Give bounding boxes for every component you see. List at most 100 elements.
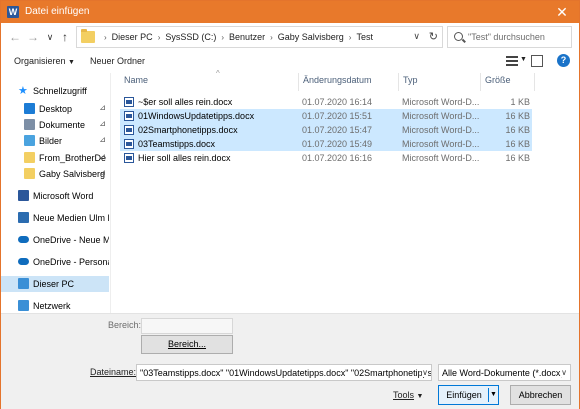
chevron-down-icon: ▼ [416, 393, 424, 400]
chevron-down-icon[interactable]: ▼ [490, 386, 497, 404]
chevron-down-icon[interactable]: ∨ [561, 368, 567, 377]
sidebar-item[interactable]: From_BrotherDe ⊿ [1, 150, 109, 166]
sidebar-item[interactable]: Microsoft Word [1, 188, 109, 204]
filename-value: "03Teamstipps.docx" "01WindowsUpdatetipp… [140, 368, 432, 378]
column-divider[interactable] [398, 73, 399, 91]
breadcrumb: › Dieser PC › SysSSD (C:) › Benutzer › Gaby Sal… [99, 32, 373, 42]
breadcrumb-item[interactable]: SysSSD (C:) [165, 32, 216, 42]
sidebar-item-label: Bilder [39, 136, 63, 146]
preview-pane-icon[interactable] [531, 55, 543, 67]
range-label: Bereich: [108, 320, 142, 330]
file-name: 03Teamstipps.docx [138, 139, 216, 149]
chevron-down-icon[interactable]: ∨ [413, 31, 420, 42]
column-header-type[interactable]: Typ [403, 75, 418, 91]
sidebar-item[interactable]: Gaby Salvisberg ⊿ [1, 166, 109, 182]
pin-icon: ⊿ [99, 168, 106, 177]
file-row[interactable]: 02Smartphonetipps.docx 01.07.2020 15:47 Mi… [120, 123, 532, 137]
pin-icon: ⊿ [99, 103, 106, 112]
word-document-icon [124, 139, 134, 149]
word-document-icon [124, 111, 134, 121]
chevron-down-icon[interactable]: ▼ [520, 56, 527, 63]
split-divider [488, 388, 489, 402]
file-size: 16 KB [505, 111, 530, 121]
pc-icon [18, 278, 29, 289]
file-row[interactable]: ~$er soll alles rein.docx 01.07.2020 16:1… [120, 95, 532, 109]
column-divider[interactable] [298, 73, 299, 91]
filetype-select[interactable]: Alle Word-Dokumente (*.docx; ∨ [438, 364, 571, 381]
pin-icon: ⊿ [99, 152, 106, 161]
sidebar-item-label: Netzwerk [33, 301, 71, 311]
tools-menu[interactable]: Tools ▼ [393, 390, 423, 400]
sidebar-item[interactable]: Neue Medien Ulm Ho [1, 210, 109, 226]
close-icon[interactable]: ✕ [545, 1, 579, 23]
insert-button[interactable]: Einfügen ▼ [438, 385, 499, 405]
sidebar-item[interactable]: Dokumente ⊿ [1, 117, 109, 133]
file-name: ~$er soll alles rein.docx [138, 97, 233, 107]
recent-locations-chevron-icon[interactable]: ∨ [42, 29, 58, 45]
sidebar-item[interactable]: Netzwerk [1, 298, 109, 313]
file-size: 16 KB [505, 153, 530, 163]
filename-input[interactable]: "03Teamstipps.docx" "01WindowsUpdatetipp… [136, 364, 432, 381]
folder-icon [24, 168, 35, 179]
file-type: Microsoft Word-D... [402, 97, 480, 107]
filename-label-text: Dateiname: [90, 367, 137, 377]
sidebar-item[interactable]: Desktop ⊿ [1, 101, 109, 117]
navigation-pane: ★ Schnellzugriff Desktop ⊿ Dokumente ⊿ Bilder ⊿… [1, 73, 111, 313]
onedrive-icon [18, 258, 29, 265]
forward-arrow-icon[interactable]: → [25, 29, 41, 45]
sidebar-item[interactable]: ★ Schnellzugriff [1, 83, 109, 99]
word-document-icon [124, 125, 134, 135]
file-date: 01.07.2020 15:47 [302, 125, 373, 135]
column-divider[interactable] [534, 73, 535, 91]
refresh-icon[interactable]: ↻ [429, 30, 438, 43]
back-arrow-icon[interactable]: ← [7, 29, 23, 45]
folder-icon [24, 152, 35, 163]
window-title: Datei einfügen [25, 6, 90, 17]
chevron-down-icon[interactable]: ∨ [422, 368, 428, 377]
breadcrumb-item[interactable]: Gaby Salvisberg [278, 32, 344, 42]
new-folder-button[interactable]: Neuer Ordner [90, 56, 145, 66]
column-header-name[interactable]: ^ Name [124, 69, 220, 91]
sidebar-item-label: Gaby Salvisberg [39, 169, 106, 179]
organize-menu[interactable]: Organisieren ▼ [14, 56, 75, 66]
column-divider[interactable] [480, 73, 481, 91]
file-type: Microsoft Word-D... [402, 139, 480, 149]
sidebar-item-label: Schnellzugriff [33, 86, 87, 96]
star-icon: ★ [18, 85, 28, 97]
word-document-icon [124, 153, 134, 163]
organize-label: Organisieren [14, 56, 66, 66]
file-name: 01WindowsUpdatetipps.docx [138, 111, 255, 121]
title-bar: W Datei einfügen ✕ [1, 1, 579, 23]
view-options-icon[interactable] [506, 55, 518, 67]
sidebar-item[interactable]: OneDrive - Neue Med [1, 232, 109, 248]
search-input[interactable]: "Test" durchsuchen [468, 32, 545, 42]
column-header-date[interactable]: Änderungsdatum [303, 75, 372, 91]
sidebar-item[interactable]: OneDrive - Personal [1, 254, 109, 270]
navigation-bar: ← → ∨ ↑ › Dieser PC › SysSSD (C:) › Benutzer ›… [1, 23, 579, 51]
search-box[interactable]: "Test" durchsuchen [447, 26, 572, 48]
sidebar-item[interactable]: Dieser PC [1, 276, 109, 292]
cancel-button[interactable]: Abbrechen [510, 385, 571, 405]
file-row[interactable]: 01WindowsUpdatetipps.docx 01.07.2020 15:5… [120, 109, 532, 123]
sidebar-item-label: Desktop [39, 104, 73, 114]
address-bar[interactable]: › Dieser PC › SysSSD (C:) › Benutzer › Gaby Sal… [76, 26, 443, 48]
documents-folder-icon [24, 119, 35, 130]
breadcrumb-item[interactable]: Dieser PC [112, 32, 153, 42]
breadcrumb-item[interactable]: Benutzer [229, 32, 265, 42]
breadcrumb-separator-icon: › [104, 33, 107, 42]
range-button[interactable]: Bereich... [141, 335, 233, 354]
column-header-size[interactable]: Größe [485, 75, 511, 91]
file-type: Microsoft Word-D... [402, 125, 480, 135]
sidebar-item[interactable]: Bilder ⊿ [1, 133, 109, 149]
pin-icon: ⊿ [99, 119, 106, 128]
file-row[interactable]: Hier soll alles rein.docx 01.07.2020 16:1… [120, 151, 532, 165]
sidebar-item-label: From_BrotherDe [39, 153, 107, 163]
help-icon[interactable]: ? [557, 54, 570, 67]
breadcrumb-item[interactable]: Test [356, 32, 373, 42]
sidebar-item-label: Microsoft Word [33, 191, 94, 201]
file-row[interactable]: 03Teamstipps.docx 01.07.2020 15:49 Microso… [120, 137, 532, 151]
sidebar-item-label: OneDrive - Personal [33, 257, 109, 267]
breadcrumb-separator-icon: › [221, 33, 225, 42]
word-icon [18, 190, 29, 201]
up-arrow-icon[interactable]: ↑ [57, 29, 73, 45]
